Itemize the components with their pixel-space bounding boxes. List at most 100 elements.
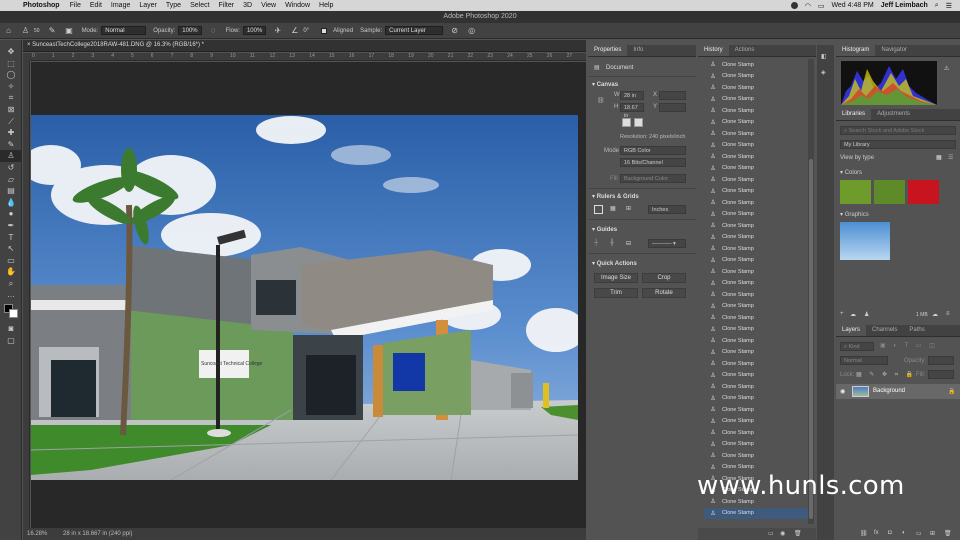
history-item[interactable]: ♙ Clone Stamp — [704, 174, 808, 186]
ruler-corner[interactable] — [23, 53, 30, 61]
add-element-icon[interactable]: + — [840, 311, 844, 317]
graphics-section-title[interactable]: ▾ Graphics — [840, 211, 869, 218]
history-item[interactable]: ♙ Clone Stamp — [704, 209, 808, 221]
trash-icon[interactable]: 🗑 — [794, 530, 802, 537]
list-view-icon[interactable]: ☰ — [948, 154, 953, 161]
aligned-checkbox[interactable] — [321, 27, 328, 34]
pressure-size-icon[interactable]: ◎ — [467, 26, 476, 35]
history-item[interactable]: ♙ Clone Stamp — [704, 289, 808, 301]
history-item[interactable]: ♙ Clone Stamp — [704, 105, 808, 117]
graphic-thumbnail[interactable] — [840, 222, 890, 260]
fill-select[interactable]: Background Color — [620, 174, 686, 183]
menu-file[interactable]: File — [70, 2, 81, 9]
guide-style-select[interactable]: ───── ▾ — [648, 239, 686, 248]
tab-adjustments[interactable]: Adjustments — [871, 109, 916, 120]
tab-libraries[interactable]: Libraries — [836, 109, 872, 120]
history-scroll-thumb[interactable] — [809, 159, 813, 519]
menu-view[interactable]: View — [261, 2, 276, 9]
history-item[interactable]: ♙ Clone Stamp — [704, 186, 808, 198]
trim-button[interactable]: Trim — [594, 288, 638, 298]
sample-select[interactable]: Current Layer — [385, 26, 444, 35]
home-icon[interactable]: ⌂ — [4, 26, 13, 35]
clock[interactable]: Wed 4:48 PM — [831, 2, 873, 9]
pen-tool-icon[interactable]: ✒ — [0, 220, 22, 232]
link-dimensions-icon[interactable]: ⛓ — [597, 97, 605, 104]
document-tab[interactable]: × SunceastTechCollege2018RAW-481.DNG @ 1… — [23, 40, 586, 52]
history-item[interactable]: ♙ Clone Stamp — [704, 243, 808, 255]
horizontal-ruler[interactable]: 0 1 2 3 4 5 6 7 8 9 10 11 12 13 14 15 16 17 18 19 20 21 22 23 24… — [30, 53, 586, 61]
healing-tool-icon[interactable]: ✚ — [0, 127, 22, 139]
history-item[interactable]: ♙ Clone Stamp — [704, 197, 808, 209]
history-item[interactable]: ♙ Clone Stamp — [704, 427, 808, 439]
guide-layout-icon[interactable]: ⊟ — [626, 240, 631, 247]
rulers-grids-title[interactable]: ▾ Rulers & Grids — [592, 193, 639, 200]
layer-row-background[interactable]: ◉ Background 🔒 — [836, 384, 960, 399]
wifi-icon[interactable]: ◠ — [805, 2, 811, 10]
rotate-button[interactable]: Rotate — [642, 288, 686, 298]
tab-histogram[interactable]: Histogram — [836, 45, 876, 56]
path-select-tool-icon[interactable]: ↖ — [0, 243, 22, 255]
tab-layers[interactable]: Layers — [836, 325, 867, 336]
guides-title[interactable]: ▾ Guides — [592, 226, 617, 233]
brush-size[interactable]: 50 — [34, 28, 40, 34]
history-item[interactable]: ♙ Clone Stamp — [704, 370, 808, 382]
history-item[interactable]: ♙ Clone Stamp — [704, 439, 808, 451]
menu-3d[interactable]: 3D — [243, 2, 252, 9]
history-item[interactable]: ♙ Clone Stamp — [704, 140, 808, 152]
tab-info[interactable]: Info — [627, 45, 649, 56]
history-item[interactable]: ♙ Clone Stamp — [704, 404, 808, 416]
canvas-section-title[interactable]: ▾ Canvas — [592, 81, 618, 88]
snapshot-icon[interactable]: ◉ — [780, 530, 785, 537]
airbrush-icon[interactable]: ✈ — [273, 26, 282, 35]
history-item[interactable]: ♙ Clone Stamp — [704, 416, 808, 428]
layer-opacity-field[interactable] — [928, 356, 954, 365]
history-item[interactable]: ♙ Clone Stamp — [704, 347, 808, 359]
blend-mode-select[interactable]: Normal — [840, 356, 888, 365]
x-field[interactable] — [659, 91, 686, 100]
brush-tool-icon[interactable]: ✎ — [0, 139, 22, 151]
opacity-field[interactable]: 100% — [178, 26, 202, 35]
tab-channels[interactable]: Channels — [866, 325, 903, 336]
layer-filter-icons[interactable]: ▣ ◐ T ▭ ◫ — [880, 342, 938, 349]
history-item[interactable]: ♙ Clone Stamp — [704, 278, 808, 290]
zoom-tool-icon[interactable]: ⌕ — [0, 278, 22, 290]
cc-icon[interactable]: ☁ — [850, 311, 856, 318]
landscape-orientation-icon[interactable] — [634, 118, 643, 127]
background-color[interactable] — [9, 309, 18, 319]
guide-vertical-icon[interactable]: ┼ — [594, 240, 598, 246]
menu-select[interactable]: Select — [190, 2, 209, 9]
menu-image[interactable]: Image — [111, 2, 130, 9]
portrait-orientation-icon[interactable] — [622, 118, 631, 127]
color-swatches[interactable] — [0, 301, 21, 323]
layer-lock-icon[interactable]: 🔒 — [948, 388, 955, 395]
pixel-grid-icon[interactable]: ⊞ — [626, 205, 631, 212]
y-field[interactable] — [659, 103, 686, 112]
history-item[interactable]: ♙ Clone Stamp — [704, 335, 808, 347]
ignore-adjustment-icon[interactable]: ⊘ — [450, 26, 459, 35]
panel-icon-2[interactable]: ◈ — [821, 69, 826, 76]
search-icon[interactable]: ⌕ — [935, 2, 939, 10]
menu-help[interactable]: Help — [319, 2, 333, 9]
menu-edit[interactable]: Edit — [90, 2, 102, 9]
layer-mask-icon[interactable]: ◘ — [888, 530, 892, 536]
mode-select[interactable]: Normal — [101, 26, 147, 35]
layer-visibility-icon[interactable]: ◉ — [840, 388, 845, 395]
library-search-input[interactable]: ⌕ Search Stock and Adobe Stock — [840, 126, 956, 135]
gradient-tool-icon[interactable]: ▤ — [0, 185, 22, 197]
color-swatch-green-light[interactable] — [840, 180, 871, 204]
menu-filter[interactable]: Filter — [219, 2, 235, 9]
libraries-user-icon[interactable]: ♟ — [864, 311, 869, 318]
apple-icon[interactable] — [8, 1, 17, 10]
quick-mask-icon[interactable]: ◙ — [0, 323, 22, 335]
history-item[interactable]: ♙ Clone Stamp — [704, 266, 808, 278]
type-tool-icon[interactable]: T — [0, 232, 22, 244]
library-select[interactable]: My Library — [840, 140, 956, 149]
quick-actions-title[interactable]: ▾ Quick Actions — [592, 260, 637, 267]
tab-properties[interactable]: Properties — [588, 45, 628, 56]
hand-tool-icon[interactable]: ✋ — [0, 266, 22, 278]
tab-navigator[interactable]: Navigator — [875, 45, 913, 56]
history-item[interactable]: ♙ Clone Stamp — [704, 117, 808, 129]
zoom-level[interactable]: 16.28% — [27, 531, 47, 537]
history-item[interactable]: ♙ Clone Stamp — [704, 393, 808, 405]
move-tool-icon[interactable]: ✥ — [0, 46, 22, 58]
